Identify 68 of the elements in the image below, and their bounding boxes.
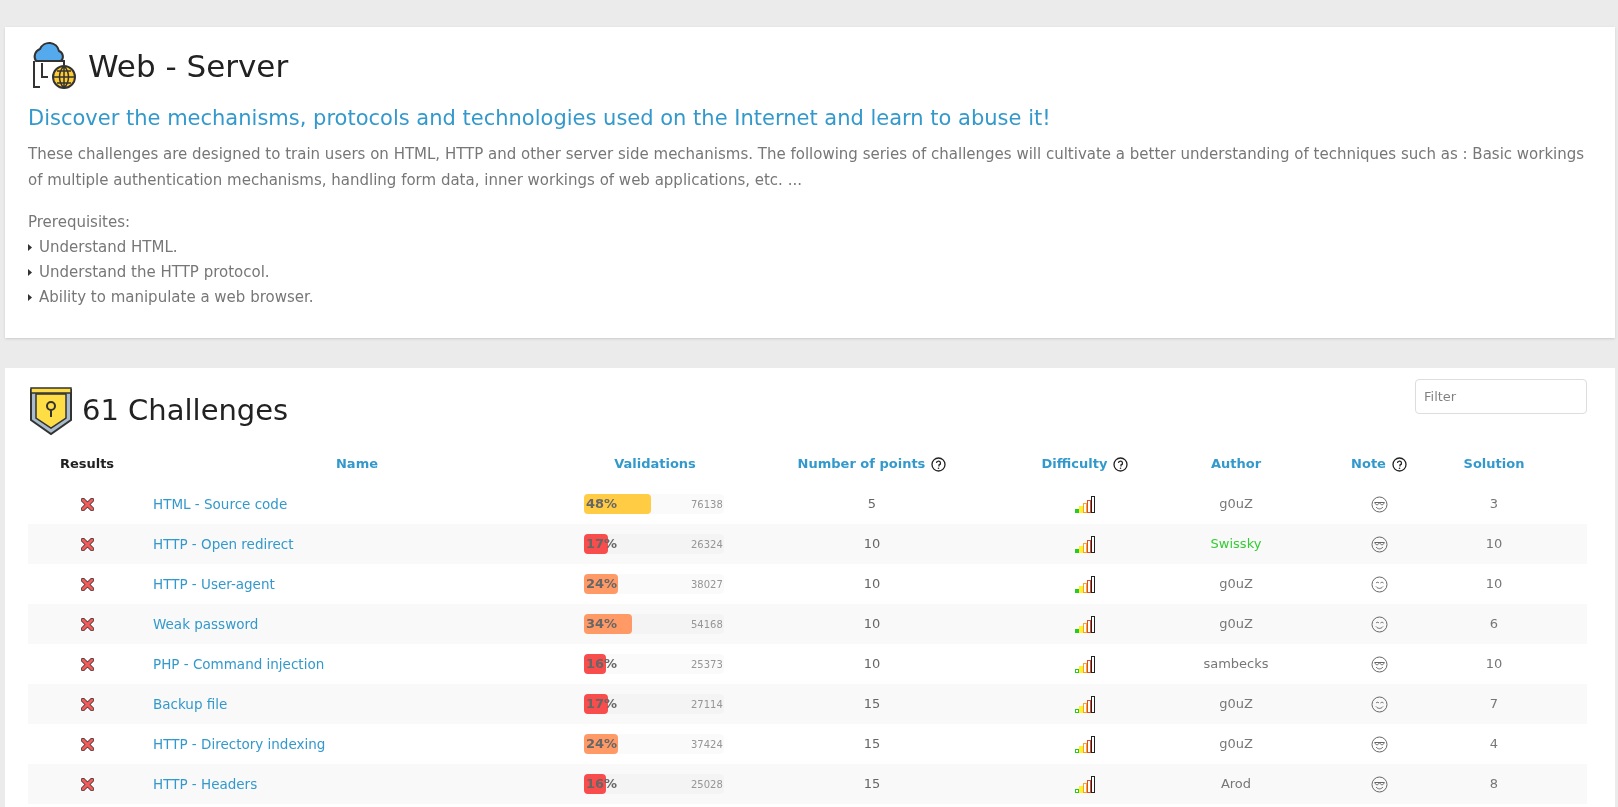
prerequisite-item: Ability to manipulate a web browser.	[39, 286, 314, 308]
validation-count: 37424	[691, 737, 723, 752]
author-name[interactable]: g0uZ	[1219, 494, 1253, 514]
points-value: 15	[863, 775, 881, 794]
author-name[interactable]: g0uZ	[1219, 614, 1253, 634]
points-value: 10	[863, 655, 881, 674]
validation-count: 25028	[691, 777, 723, 792]
solution-count[interactable]: 7	[1489, 694, 1499, 714]
validation-count: 76138	[691, 497, 723, 512]
prerequisite-item: Understand the HTTP protocol.	[39, 261, 270, 283]
triangle-bullet-icon	[28, 243, 32, 251]
solution-count[interactable]: 3	[1489, 494, 1499, 514]
help-icon[interactable]	[1391, 456, 1407, 472]
triangle-bullet-icon	[28, 293, 32, 301]
challenge-link[interactable]: HTTP - Directory indexing	[153, 735, 326, 752]
column-header[interactable]: Note	[1351, 454, 1386, 474]
points-value: 10	[863, 615, 881, 634]
validation-count: 27114	[691, 697, 723, 712]
column-header[interactable]: Number of points	[797, 454, 926, 474]
solution-count[interactable]: 6	[1489, 614, 1499, 634]
points-value: 10	[863, 575, 881, 594]
column-header[interactable]: Author	[1210, 454, 1262, 474]
column-header[interactable]: Validations	[614, 454, 696, 474]
validation-count: 25373	[691, 657, 723, 672]
validation-count: 38027	[691, 577, 723, 592]
column-header: Results	[59, 455, 115, 474]
column-header[interactable]: Name	[336, 454, 378, 474]
challenges-title: 61 Challenges	[82, 392, 289, 430]
validation-percent: 48%	[586, 495, 618, 513]
page-subtitle: Discover the mechanisms, protocols and technologies used on the Internet and learn to abuse it!	[28, 105, 1052, 132]
challenge-link[interactable]: Weak password	[153, 615, 259, 632]
validation-percent: 24%	[586, 735, 618, 753]
shield-lock-icon	[28, 386, 74, 436]
points-value: 5	[867, 495, 877, 514]
column-header[interactable]: Solution	[1463, 454, 1525, 474]
points-value: 15	[863, 695, 881, 714]
author-name[interactable]: g0uZ	[1219, 694, 1253, 714]
help-icon[interactable]	[931, 456, 947, 472]
author-name[interactable]: g0uZ	[1219, 574, 1253, 594]
solution-count[interactable]: 10	[1485, 574, 1503, 594]
triangle-bullet-icon	[28, 268, 32, 276]
prerequisites-label: Prerequisites:	[28, 211, 132, 233]
validation-count: 54168	[691, 617, 723, 632]
column-header[interactable]: Difficulty	[1041, 454, 1108, 474]
challenge-link[interactable]: HTTP - Open redirect	[153, 535, 294, 552]
author-name[interactable]: g0uZ	[1219, 734, 1253, 754]
points-value: 10	[863, 535, 881, 554]
author-name[interactable]: Swissky	[1210, 534, 1262, 554]
challenge-link[interactable]: HTML - Source code	[153, 495, 288, 512]
challenge-link[interactable]: PHP - Command injection	[153, 655, 325, 672]
challenge-link[interactable]: HTTP - User-agent	[153, 575, 275, 592]
page-title: Web - Server	[88, 50, 289, 82]
points-value: 15	[863, 735, 881, 754]
solution-count[interactable]: 10	[1485, 654, 1503, 674]
filter-field[interactable]: Filter	[1415, 379, 1587, 414]
validation-percent: 24%	[586, 575, 618, 593]
solution-count[interactable]: 4	[1489, 734, 1499, 754]
author-name[interactable]: sambecks	[1203, 654, 1269, 674]
prerequisite-item: Understand HTML.	[39, 236, 178, 258]
solution-count[interactable]: 8	[1489, 774, 1499, 794]
solution-count[interactable]: 10	[1485, 534, 1503, 554]
validation-count: 26324	[691, 537, 723, 552]
author-name[interactable]: Arod	[1220, 774, 1252, 794]
validation-percent: 34%	[586, 615, 618, 633]
description-text: These challenges are designed to train users on HTML, HTTP and other server side mechanisms. The following series of challenges will cultivate a better understanding of techniques such as : Basic workings of multiple authentication mechanisms, handling form data, inner workings of web applications, etc. ...	[28, 143, 1586, 191]
challenge-link[interactable]: Backup file	[153, 695, 228, 712]
help-icon[interactable]	[1113, 456, 1129, 472]
challenge-link[interactable]: HTTP - Headers	[153, 775, 258, 792]
